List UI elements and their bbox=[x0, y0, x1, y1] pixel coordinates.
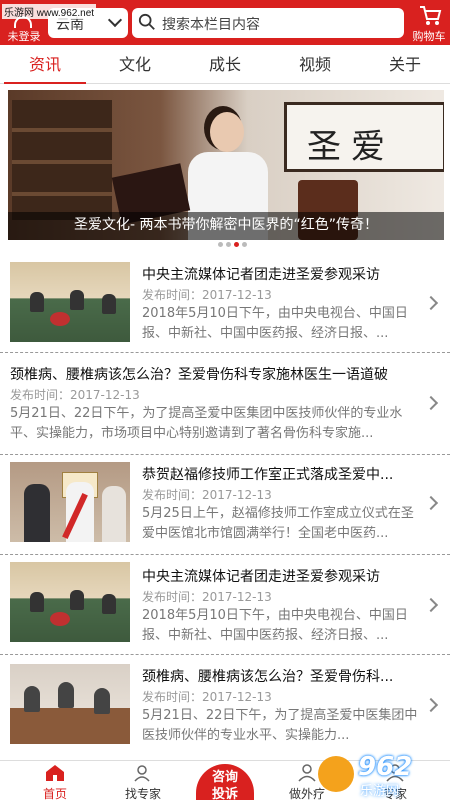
chevron-right-icon bbox=[423, 395, 439, 411]
search-icon bbox=[138, 13, 155, 30]
divider bbox=[0, 654, 450, 655]
cart-icon bbox=[420, 6, 442, 25]
thumb-figure bbox=[24, 484, 50, 542]
consult-complaint-button[interactable]: 咨询 投诉 bbox=[196, 764, 254, 800]
article-date: 发布时间：2017-12-13 bbox=[142, 690, 272, 704]
article-summary: 2018年5月10日下午，由中央电视台、中国日报、中新社、中国中医药报、经济日报… bbox=[142, 306, 408, 341]
carousel-dots bbox=[218, 242, 258, 248]
thumb-flowers bbox=[50, 612, 70, 626]
thumb-figure bbox=[30, 292, 44, 312]
article-summary: 2018年5月10日下午，由中央电视台、中国日报、中新社、中国中医药报、经济日报… bbox=[142, 608, 408, 643]
list-item[interactable]: 中央主流媒体记者团走进圣爱参观采访 发布时间：2017-12-13 2018年5… bbox=[0, 556, 450, 652]
nav-label: 找专家 bbox=[124, 787, 161, 800]
carousel-dot[interactable] bbox=[226, 242, 231, 247]
article-title[interactable]: 颈椎病、腰椎病该怎么治？圣爱骨伤科... bbox=[142, 666, 422, 686]
thumb-table bbox=[10, 708, 130, 744]
expert-icon bbox=[134, 765, 150, 782]
banner-carousel[interactable]: 圣爱 圣爱文化- 两本书带你解密中医界的“红色”传奇！ bbox=[8, 90, 444, 240]
thumb-figure bbox=[102, 486, 126, 542]
article-title[interactable]: 颈椎病、腰椎病该怎么治？圣爱骨伤科专家施林医生一语道破 bbox=[10, 364, 422, 384]
tab-news[interactable]: 资讯 bbox=[0, 46, 90, 84]
banner-bookshelf bbox=[12, 100, 112, 220]
cart-button[interactable]: 购物车 bbox=[408, 2, 450, 44]
thumb-figure bbox=[24, 686, 40, 712]
article-thumbnail bbox=[10, 562, 130, 642]
banner-person-head bbox=[210, 112, 244, 152]
top-header: 乐游网 www.962.net 未登录 云南 搜索本栏目内容 购物车 bbox=[0, 0, 450, 45]
cart-label: 购物车 bbox=[412, 30, 446, 43]
watermark-number: 962 bbox=[358, 752, 413, 782]
list-item[interactable]: 颈椎病、腰椎病该怎么治？圣爱骨伤科专家施林医生一语道破 发布时间：2017-12… bbox=[0, 354, 450, 450]
banner-calligraphy: 圣爱 bbox=[284, 102, 444, 172]
thumb-figure bbox=[94, 688, 110, 714]
article-date: 发布时间：2017-12-13 bbox=[142, 488, 272, 502]
article-title[interactable]: 恭贺赵福修技师工作室正式落成圣爱中... bbox=[142, 464, 422, 484]
calligraphy-text: 圣爱 bbox=[307, 127, 395, 167]
login-label: 未登录 bbox=[7, 30, 41, 43]
home-icon bbox=[46, 765, 64, 781]
therapy-icon bbox=[298, 764, 316, 782]
list-item[interactable]: 恭贺赵福修技师工作室正式落成圣爱中... 发布时间：2017-12-13 5月2… bbox=[0, 456, 450, 552]
carousel-dot[interactable] bbox=[242, 242, 247, 247]
search-placeholder: 搜索本栏目内容 bbox=[162, 17, 260, 33]
divider bbox=[0, 454, 450, 455]
carousel-dot[interactable] bbox=[218, 242, 223, 247]
chevron-right-icon bbox=[423, 495, 439, 511]
thumb-figure bbox=[70, 590, 84, 610]
article-title[interactable]: 中央主流媒体记者团走进圣爱参观采访 bbox=[142, 264, 422, 284]
article-summary: 5月21日、22日下午，为了提高圣爱中医集团中医技师伙伴的专业水平、实操能力，市… bbox=[10, 406, 403, 441]
thumb-flowers bbox=[50, 312, 70, 326]
article-title[interactable]: 中央主流媒体记者团走进圣爱参观采访 bbox=[142, 566, 422, 586]
tab-about[interactable]: 关于 bbox=[360, 46, 450, 84]
tab-culture[interactable]: 文化 bbox=[90, 46, 180, 84]
thumb-figure bbox=[102, 594, 116, 614]
nav-label: 首页 bbox=[42, 787, 67, 800]
divider bbox=[0, 554, 450, 555]
list-item[interactable]: 颈椎病、腰椎病该怎么治？圣爱骨伤科... 发布时间：2017-12-13 5月2… bbox=[0, 656, 450, 756]
nav-find-expert[interactable]: 找专家 bbox=[108, 761, 178, 800]
article-thumbnail bbox=[10, 664, 130, 744]
article-thumbnail bbox=[10, 462, 130, 542]
chevron-down-icon bbox=[107, 12, 123, 28]
watermark-logo: 962 乐游网 bbox=[318, 752, 446, 799]
nav-home[interactable]: 首页 bbox=[20, 761, 90, 800]
watermark-site: 乐游网 bbox=[360, 784, 400, 799]
article-thumbnail bbox=[10, 262, 130, 342]
carousel-dot-active[interactable] bbox=[234, 242, 239, 247]
watermark-text: 乐游网 www.962.net bbox=[2, 4, 97, 19]
chevron-right-icon bbox=[423, 295, 439, 311]
login-button[interactable]: 未登录 bbox=[2, 16, 46, 44]
thumb-figure bbox=[102, 294, 116, 314]
article-date: 发布时间：2017-12-13 bbox=[142, 288, 272, 302]
thumb-figure bbox=[58, 682, 74, 708]
complaint-label: 投诉 bbox=[211, 787, 238, 800]
list-item[interactable]: 中央主流媒体记者团走进圣爱参观采访 发布时间：2017-12-13 2018年5… bbox=[0, 254, 450, 350]
tab-growth[interactable]: 成长 bbox=[180, 46, 270, 84]
article-summary: 5月25日上午，赵福修技师工作室成立仪式在圣爱中医馆北市馆圆满举行！全国老中医药… bbox=[142, 506, 414, 541]
thumb-figure bbox=[70, 290, 84, 310]
watermark-badge-icon bbox=[318, 756, 354, 792]
chevron-right-icon bbox=[423, 597, 439, 613]
article-summary: 5月21日、22日下午，为了提高圣爱中医集团中医技师伙伴的专业水平、实操能力..… bbox=[142, 708, 418, 743]
thumb-figure bbox=[30, 592, 44, 612]
divider bbox=[0, 352, 450, 353]
chevron-right-icon bbox=[423, 697, 439, 713]
category-tabs: 资讯 文化 成长 视频 关于 bbox=[0, 46, 450, 84]
banner-caption[interactable]: 圣爱文化- 两本书带你解密中医界的“红色”传奇！ bbox=[8, 214, 444, 234]
article-date: 发布时间：2017-12-13 bbox=[142, 590, 272, 604]
tab-video[interactable]: 视频 bbox=[270, 46, 360, 84]
search-input[interactable]: 搜索本栏目内容 bbox=[132, 8, 404, 38]
article-date: 发布时间：2017-12-13 bbox=[10, 388, 140, 402]
